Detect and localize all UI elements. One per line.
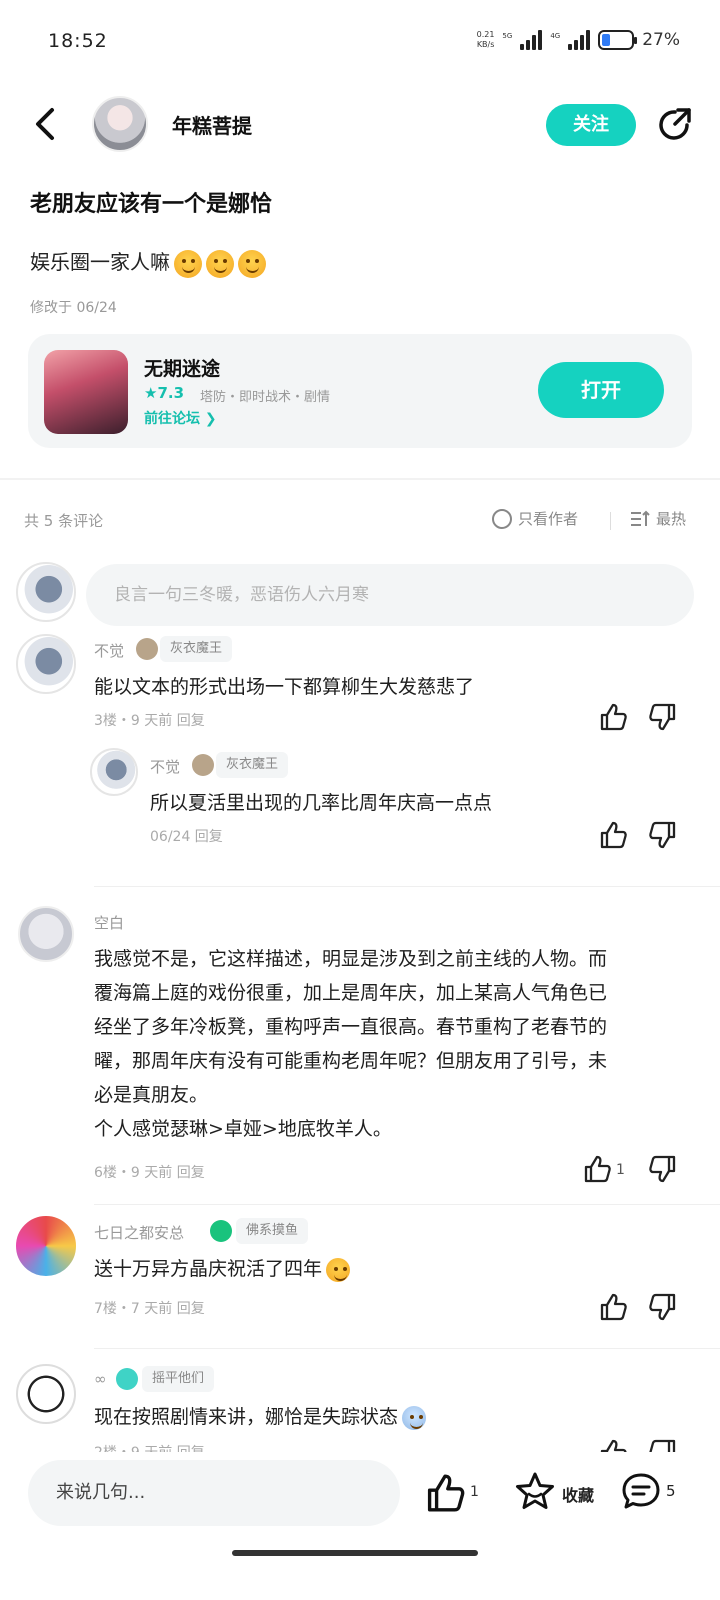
commenter-name[interactable]: ∞ (94, 1370, 107, 1388)
comment-bubble-icon[interactable] (620, 1470, 662, 1512)
user-title-tag: 灰衣魔王 (216, 752, 289, 778)
radio-icon (492, 508, 512, 529)
signal-5g-icon (520, 30, 543, 50)
reply-text: 所以夏活里出现的几率比周年庆高一点点 (150, 792, 493, 814)
sort-button[interactable]: 最热 (630, 508, 686, 529)
thumbs-down-icon[interactable] (648, 820, 678, 850)
game-cover-image (44, 350, 128, 434)
bottom-action-bar: 来说几句... 1 收藏 5 (0, 1452, 720, 1600)
net-speed: 0.21 KB/s (476, 30, 495, 49)
my-avatar (16, 562, 76, 622)
reply-meta: 06/24 回复 (150, 829, 223, 845)
game-tags: 塔防・即时战术・剧情 (200, 390, 331, 405)
comment-meta: 7楼・7 天前 回复 (94, 1301, 205, 1317)
comment-text: 现在按照剧情来讲，娜恰是失踪状态 (94, 1400, 427, 1434)
user-title-tag: 摇平他们 (142, 1366, 215, 1392)
like-count: 1 (616, 1162, 625, 1178)
thumbs-down-icon[interactable] (648, 702, 678, 732)
commenter-name[interactable]: 空白 (94, 912, 124, 933)
signal-4g-icon (568, 30, 591, 50)
commenter-name[interactable]: 不觉 (150, 756, 180, 777)
reply-input[interactable]: 来说几句... (28, 1460, 400, 1526)
back-arrow-icon[interactable] (30, 106, 60, 142)
forum-link[interactable]: 前往论坛 ❯ (144, 408, 217, 428)
share-icon[interactable] (656, 106, 694, 144)
game-name: 无期迷途 (144, 358, 221, 380)
thumbs-up-icon[interactable] (598, 820, 628, 850)
comment-text: 送十万异方晶庆祝活了四年 (94, 1252, 351, 1286)
divider (94, 1348, 720, 1349)
comment-text: 我感觉不是，它这样描述，明显是涉及到之前主线的人物。而 覆海篇上庭的戏份很重，加… (94, 948, 608, 1140)
follow-button[interactable]: 关注 (546, 104, 636, 146)
smile-hearts-emoji-icon (174, 249, 202, 278)
comment-text: 能以文本的形式出场一下都算柳生大发慈悲了 (94, 676, 475, 698)
thumbs-up-icon[interactable] (598, 1292, 628, 1322)
edit-note: 修改于 06/24 (30, 300, 117, 316)
user-badge-icon (192, 754, 214, 776)
status-bar: 18:52 0.21 KB/s 5G 4G 27% (0, 0, 720, 80)
status-time: 18:52 (48, 30, 108, 52)
favorite-label[interactable]: 收藏 (562, 1482, 594, 1506)
commenter-name[interactable]: 不觉 (94, 640, 124, 661)
smile-hearts-emoji-icon (206, 249, 234, 278)
user-badge-icon (116, 1368, 138, 1390)
section-divider (0, 478, 720, 480)
user-badge-icon (210, 1220, 232, 1242)
thumbs-up-icon[interactable] (598, 702, 628, 732)
battery-percent: 27% (642, 30, 680, 50)
sort-icon (631, 510, 650, 526)
comment-meta: 3楼・9 天前 回复 (94, 713, 205, 729)
user-badge-icon (136, 638, 158, 660)
avatar[interactable] (16, 1364, 76, 1424)
avatar[interactable] (18, 906, 74, 962)
commenter-name[interactable]: 七日之都安总 (94, 1222, 184, 1243)
comment-count: 共 5 条评论 (24, 512, 104, 530)
user-title-tag: 佛系摸鱼 (236, 1218, 309, 1244)
author-name[interactable]: 年糕菩提 (172, 110, 252, 139)
star-icon[interactable] (514, 1470, 556, 1512)
divider (94, 1204, 720, 1205)
post-title: 老朋友应该有一个是娜恰 (30, 192, 273, 217)
game-card[interactable]: 无期迷途 ★7.3 塔防・即时战术・剧情 前往论坛 ❯ 打开 (28, 334, 692, 448)
open-game-button[interactable]: 打开 (538, 362, 664, 418)
smile-hearts-emoji-icon (238, 249, 266, 278)
author-avatar[interactable] (92, 96, 148, 152)
user-title-tag: 灰衣魔王 (160, 636, 233, 662)
comment-input[interactable]: 良言一句三冬暖，恶语伤人六月寒 (86, 564, 694, 626)
battery-icon (598, 30, 638, 50)
post-like-count: 1 (470, 1484, 479, 1500)
comment-meta: 6楼・9 天前 回复 (94, 1165, 205, 1181)
home-indicator[interactable] (232, 1550, 478, 1556)
game-rating: ★7.3 (144, 384, 185, 402)
comment-toolbar: 共 5 条评论 只看作者 最热 (0, 506, 720, 536)
divider (94, 886, 720, 887)
thumbs-down-icon[interactable] (648, 1154, 678, 1184)
crying-emoji-icon (402, 1405, 427, 1430)
thumbs-up-icon[interactable] (582, 1154, 612, 1184)
post-body: 娱乐圈一家人嘛 (30, 246, 266, 278)
author-only-toggle[interactable]: 只看作者 (492, 508, 578, 529)
smile-emoji-icon (326, 1257, 351, 1282)
avatar[interactable] (14, 1214, 78, 1278)
divider (610, 512, 611, 530)
thumbs-down-icon[interactable] (648, 1292, 678, 1322)
avatar[interactable] (90, 748, 138, 796)
post-comment-count: 5 (666, 1482, 676, 1500)
post-header: 年糕菩提 关注 (0, 92, 720, 156)
status-icons: 0.21 KB/s 5G 4G 27% (476, 30, 680, 50)
avatar[interactable] (16, 634, 76, 694)
thumbs-up-icon[interactable] (424, 1472, 466, 1514)
